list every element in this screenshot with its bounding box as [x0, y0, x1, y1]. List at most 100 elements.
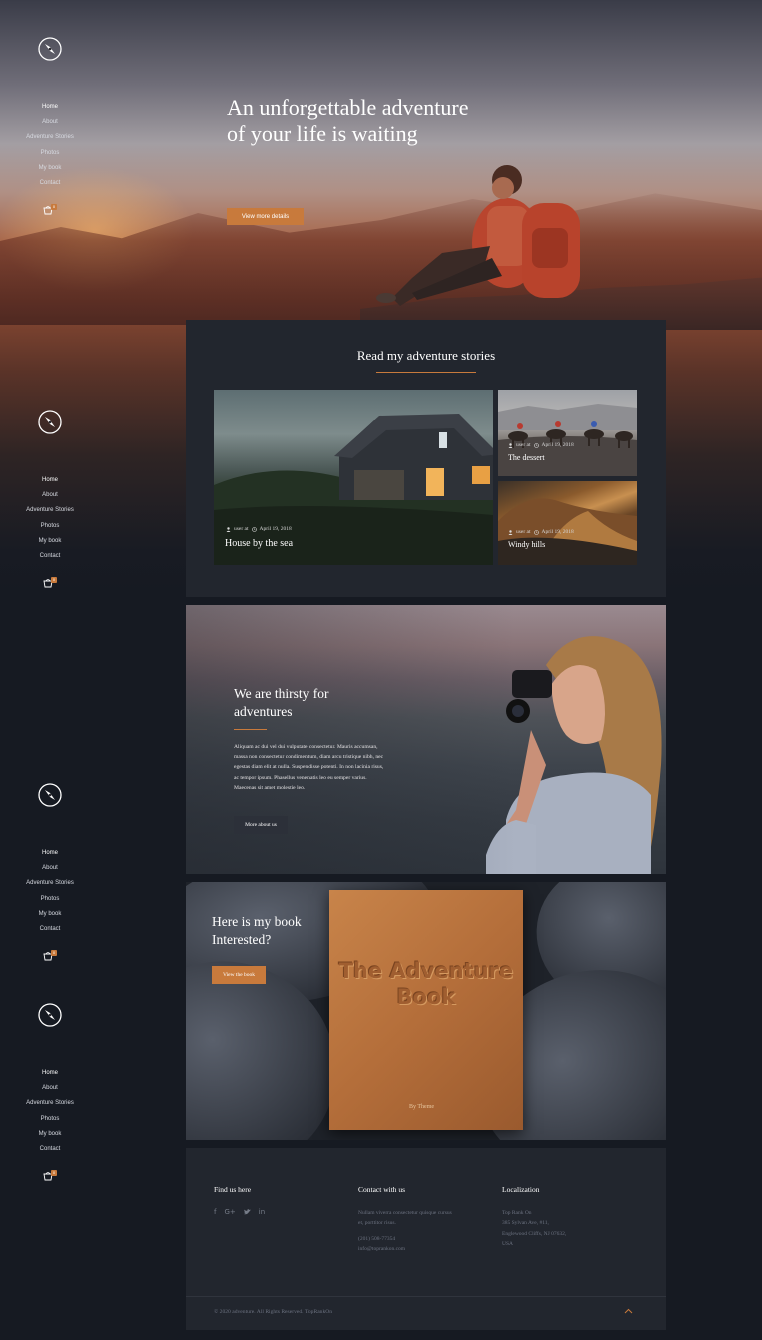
nav-my-book[interactable]: My book	[0, 534, 100, 549]
nav-photos[interactable]: Photos	[0, 892, 100, 907]
user-icon	[226, 526, 231, 532]
cart-badge: 0	[51, 1170, 57, 1177]
contact-email[interactable]: info@toprankon.com	[358, 1244, 478, 1254]
footer: Find us here f G+ in Contact with us Nul…	[186, 1148, 666, 1330]
about-body: Aliquam ac dui vel dui vulputate consect…	[234, 744, 384, 791]
desert-photo	[498, 404, 637, 476]
clock-icon	[251, 526, 257, 532]
story-card-desert[interactable]: user at April 19, 2018 The dessert	[498, 390, 637, 476]
address-street: 385 Sylvan Ave, #11,	[502, 1220, 549, 1227]
sidebar-nav: Home About Adventure Stories Photos My b…	[0, 782, 100, 962]
nav-my-book[interactable]: My book	[0, 1127, 100, 1142]
story-date: April 19, 2018	[259, 526, 292, 532]
cart-badge: 0	[51, 204, 57, 211]
cart-badge: 0	[51, 950, 57, 957]
nav-home[interactable]: Home	[0, 100, 100, 115]
nav-about[interactable]: About	[0, 861, 100, 876]
footer-heading: Contact with us	[358, 1185, 406, 1194]
view-more-details-button[interactable]: View more details	[227, 208, 304, 225]
compass-logo-icon[interactable]	[37, 782, 63, 808]
cart-button[interactable]: 0	[43, 204, 57, 216]
footer-divider	[186, 1296, 666, 1297]
compass-logo-icon[interactable]	[37, 1002, 63, 1028]
nav-my-book[interactable]: My book	[0, 161, 100, 176]
contact-phone[interactable]: (201) 508-77354	[358, 1234, 478, 1244]
story-meta: user at April 19, 2018	[508, 529, 574, 535]
cart-button[interactable]: 0	[43, 577, 57, 589]
footer-localization: Localization Top Rank On 385 Sylvan Ave,…	[502, 1185, 622, 1250]
google-plus-icon[interactable]: G+	[224, 1208, 235, 1216]
nav-adventure-stories[interactable]: Adventure Stories	[0, 130, 100, 145]
footer-contact: Contact with us Nullam viverra consectet…	[358, 1185, 478, 1255]
story-date: April 19, 2018	[541, 529, 574, 535]
footer-heading: Find us here	[214, 1185, 252, 1194]
compass-logo-icon[interactable]	[37, 409, 63, 435]
sidebar-nav: Home About Adventure Stories Photos My b…	[0, 1002, 100, 1182]
story-meta: user at April 19, 2018	[226, 526, 292, 532]
nav-home[interactable]: Home	[0, 473, 100, 488]
nav-about[interactable]: About	[0, 1081, 100, 1096]
nav-contact[interactable]: Contact	[0, 1142, 100, 1157]
story-title[interactable]: The dessert	[508, 453, 545, 462]
story-meta: user at April 19, 2018	[508, 442, 574, 448]
nav-photos[interactable]: Photos	[0, 1112, 100, 1127]
story-title[interactable]: Windy hills	[508, 540, 545, 549]
book-heading: Here is my book Interested?	[212, 914, 302, 947]
facebook-icon[interactable]: f	[214, 1208, 216, 1216]
cart-badge: 0	[51, 577, 57, 584]
nav-contact[interactable]: Contact	[0, 176, 100, 191]
footer-find-us: Find us here f G+ in	[214, 1185, 334, 1216]
user-icon	[508, 442, 513, 448]
story-card-hills[interactable]: user at April 19, 2018 Windy hills	[498, 481, 637, 565]
story-title[interactable]: House by the sea	[225, 538, 293, 549]
story-date: April 19, 2018	[541, 442, 574, 448]
address-country: USA	[502, 1241, 514, 1248]
nav-home[interactable]: Home	[0, 846, 100, 861]
compass-logo-icon[interactable]	[37, 36, 63, 62]
address-city: Englewood Cliffs, NJ 07632,	[502, 1230, 567, 1237]
back-to-top-icon[interactable]	[624, 1308, 633, 1314]
nav-my-book[interactable]: My book	[0, 907, 100, 922]
story-author[interactable]: user at	[234, 526, 249, 532]
nav-about[interactable]: About	[0, 115, 100, 130]
nav-adventure-stories[interactable]: Adventure Stories	[0, 1096, 100, 1111]
nav-about[interactable]: About	[0, 488, 100, 503]
sidebar-nav: Home About Adventure Stories Photos My b…	[0, 409, 100, 589]
hills-photo	[498, 498, 637, 565]
nav-home[interactable]: Home	[0, 1066, 100, 1081]
book-section: The Adventure Book By Theme Here is my b…	[186, 882, 666, 1140]
cart-button[interactable]: 0	[43, 1170, 57, 1182]
nav-adventure-stories[interactable]: Adventure Stories	[0, 503, 100, 518]
nav-adventure-stories[interactable]: Adventure Stories	[0, 876, 100, 891]
copyright: © 2020 adventure. All Rights Reserved. T…	[214, 1309, 333, 1315]
footer-heading: Localization	[502, 1185, 540, 1194]
nav-contact[interactable]: Contact	[0, 922, 100, 937]
more-about-us-button[interactable]: More about us	[234, 816, 288, 834]
clock-icon	[533, 442, 539, 448]
twitter-icon[interactable]	[243, 1209, 251, 1215]
contact-text: Nullam viverra consectetur quisque cursu…	[358, 1210, 452, 1227]
book-cover[interactable]: The Adventure Book By Theme	[329, 890, 523, 1130]
stories-section: Read my adventure stories user at April …	[186, 320, 666, 597]
sidebar-nav: Home About Adventure Stories Photos My b…	[0, 36, 100, 216]
nav-contact[interactable]: Contact	[0, 549, 100, 564]
about-section: We are thirsty for adventures Aliquam ac…	[186, 605, 666, 874]
heading-underline	[376, 372, 476, 373]
story-author[interactable]: user at	[516, 529, 531, 535]
book-cover-author: By Theme	[409, 1104, 435, 1110]
linkedin-icon[interactable]: in	[259, 1208, 265, 1216]
book-cover-title: The Adventure Book	[338, 959, 514, 1009]
about-heading: We are thirsty for adventures	[234, 686, 329, 719]
nav-photos[interactable]: Photos	[0, 519, 100, 534]
hero-title: An unforgettable adventure of your life …	[227, 95, 469, 146]
social-links: f G+ in	[214, 1208, 334, 1216]
story-card-house[interactable]: user at April 19, 2018 House by the sea	[214, 390, 493, 565]
hiker-illustration	[376, 165, 580, 306]
view-the-book-button[interactable]: View the book	[212, 966, 266, 984]
address-company: Top Rank On	[502, 1210, 532, 1216]
cart-button[interactable]: 0	[43, 950, 57, 962]
user-icon	[508, 529, 513, 535]
clock-icon	[533, 529, 539, 535]
nav-photos[interactable]: Photos	[0, 146, 100, 161]
story-author[interactable]: user at	[516, 442, 531, 448]
